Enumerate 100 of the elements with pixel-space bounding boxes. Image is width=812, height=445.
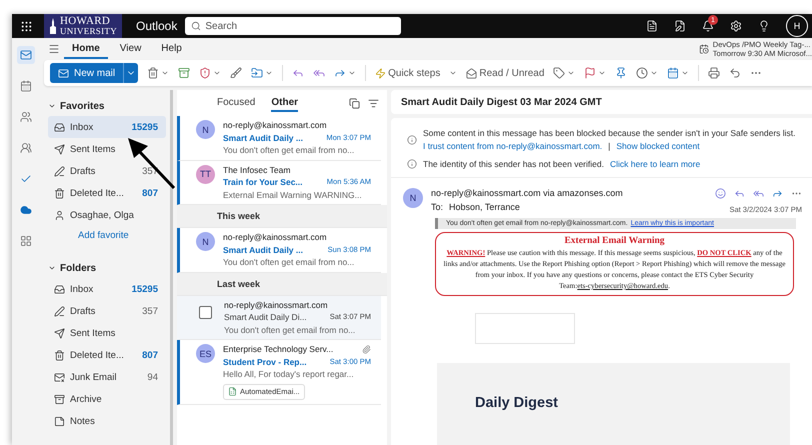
forward-button[interactable] (772, 188, 783, 199)
ribbon-tab[interactable]: View (112, 40, 150, 58)
sender-avatar: N (403, 188, 423, 208)
caret-icon (650, 69, 658, 77)
calendar-icon (698, 44, 709, 54)
sender-name: no-reply@kainossmart.com (223, 232, 327, 242)
cloud-icon (20, 204, 32, 216)
reply-button[interactable] (292, 67, 304, 79)
rules-button[interactable] (667, 67, 690, 79)
pin-button[interactable] (615, 67, 628, 79)
message-preview: You don't often get email from no... (223, 145, 356, 156)
caret-icon (681, 69, 690, 77)
folder-item[interactable]: Notes (48, 410, 166, 432)
folder-icon (251, 67, 264, 79)
caret-icon (213, 69, 222, 77)
folder-item[interactable]: Osaghae, Olga (48, 204, 166, 226)
add-favorite-link[interactable]: Add favorite (48, 226, 170, 248)
trash-icon (147, 67, 160, 79)
new-mail-button[interactable]: New mail (50, 63, 124, 83)
undo-icon (729, 67, 742, 79)
sender-address: no-reply@kainossmart.com via amazonses.com (431, 188, 624, 198)
to-label: To: (431, 202, 444, 212)
settings-icon (730, 20, 742, 32)
inbox-icon (54, 284, 65, 294)
flag-icon (584, 67, 596, 79)
archive-button[interactable] (178, 67, 190, 79)
print-button[interactable] (708, 67, 720, 79)
quick-steps-button[interactable]: Quick steps (375, 68, 440, 78)
reply-icon (292, 67, 304, 79)
caret-icon (567, 69, 576, 77)
sender-avatar: N (196, 232, 215, 251)
paperclip-icon (362, 344, 371, 354)
undo-button[interactable] (729, 67, 742, 79)
folder-item[interactable]: Deleted Ite... 807 (48, 344, 166, 366)
show-blocked-link[interactable]: Show blocked content (616, 141, 700, 151)
trust-sender-link[interactable]: I trust content from no-reply@kainossmart.com. (423, 141, 602, 151)
note-icon (54, 416, 65, 426)
app-name: Outlook (136, 19, 178, 33)
profile-avatar[interactable]: H (786, 15, 808, 37)
select-button[interactable] (349, 98, 360, 108)
reaction-button[interactable] (715, 188, 726, 199)
folder-item[interactable]: Drafts 357 (48, 300, 166, 322)
folder-section-heading[interactable]: Folders (48, 258, 170, 278)
grid-icon (20, 235, 32, 247)
unread-count: 807 (142, 188, 158, 198)
message-subject: Student Prov - Rep... (223, 356, 307, 367)
folder-section-heading[interactable]: Favorites (48, 96, 170, 116)
sender-avatar: N (196, 120, 215, 139)
lightning-icon (375, 68, 386, 78)
delete-button[interactable] (147, 67, 170, 79)
sweep-button[interactable] (230, 67, 242, 79)
select-checkbox[interactable] (199, 306, 212, 318)
message-preview: Hello All, For today's report regar... (223, 369, 355, 380)
folder-item[interactable]: Inbox 15295 (48, 116, 166, 138)
read-unread-button[interactable]: Read / Unread (466, 68, 544, 78)
flag-button[interactable] (584, 67, 606, 79)
app-launcher-icon (20, 20, 32, 32)
reply-all-icon (753, 188, 764, 199)
folder-item[interactable]: Deleted Ite... 807 (48, 182, 166, 204)
ribbon-tab[interactable]: Help (153, 40, 190, 58)
logo-text: UNIVERSITY (60, 26, 117, 36)
learn-more-link[interactable]: Click here to learn more (610, 159, 700, 169)
folder-item[interactable]: Sent Items (48, 322, 166, 344)
folder-item[interactable]: Inbox 15295 (48, 278, 166, 300)
forward-button[interactable] (334, 67, 356, 79)
edit-document-icon (674, 20, 686, 32)
new-mail-dropdown[interactable] (123, 63, 138, 83)
rail-button[interactable] (17, 46, 35, 64)
date-group-heading: Last week (177, 272, 387, 296)
clock-icon (636, 67, 648, 79)
blocked-content-notice: Some content in this message has been blocked because the sender isn't in your Safe senders list. (423, 128, 796, 138)
move-button[interactable] (251, 67, 274, 79)
recipient-name: Hobson, Terrance (449, 202, 520, 212)
paper-plane-icon (54, 328, 65, 338)
filter-button[interactable] (368, 98, 379, 108)
sender-avatar: ES (196, 344, 215, 363)
inbox-tab[interactable]: Other (271, 94, 298, 112)
folder-item[interactable]: Archive (48, 388, 166, 410)
tag-icon (553, 67, 566, 79)
message-subject: Train for Your Sec... (223, 177, 303, 188)
inbox-tab[interactable]: Focused (217, 94, 256, 112)
reply-all-icon (313, 67, 326, 79)
message-preview: You don't often get email from no... (223, 257, 356, 268)
search-field[interactable]: Search (185, 17, 402, 35)
reply-all-button[interactable] (753, 188, 764, 199)
unread-count: 807 (142, 350, 158, 360)
reply-button[interactable] (734, 188, 745, 199)
pencil-icon (54, 166, 65, 176)
shield-icon (199, 67, 212, 79)
info-icon (407, 134, 417, 144)
report-button[interactable] (199, 67, 222, 79)
person-icon (54, 210, 65, 220)
snooze-button[interactable] (636, 67, 658, 79)
tag-button[interactable] (553, 67, 576, 79)
folder-item[interactable]: Sent Items (48, 138, 166, 160)
reply-all-button[interactable] (313, 67, 326, 79)
folder-item[interactable]: Junk Email 94 (48, 366, 166, 388)
select-icon (349, 98, 360, 108)
message-preview: You don't often get email from no... (224, 324, 356, 335)
tower-icon (49, 18, 57, 34)
